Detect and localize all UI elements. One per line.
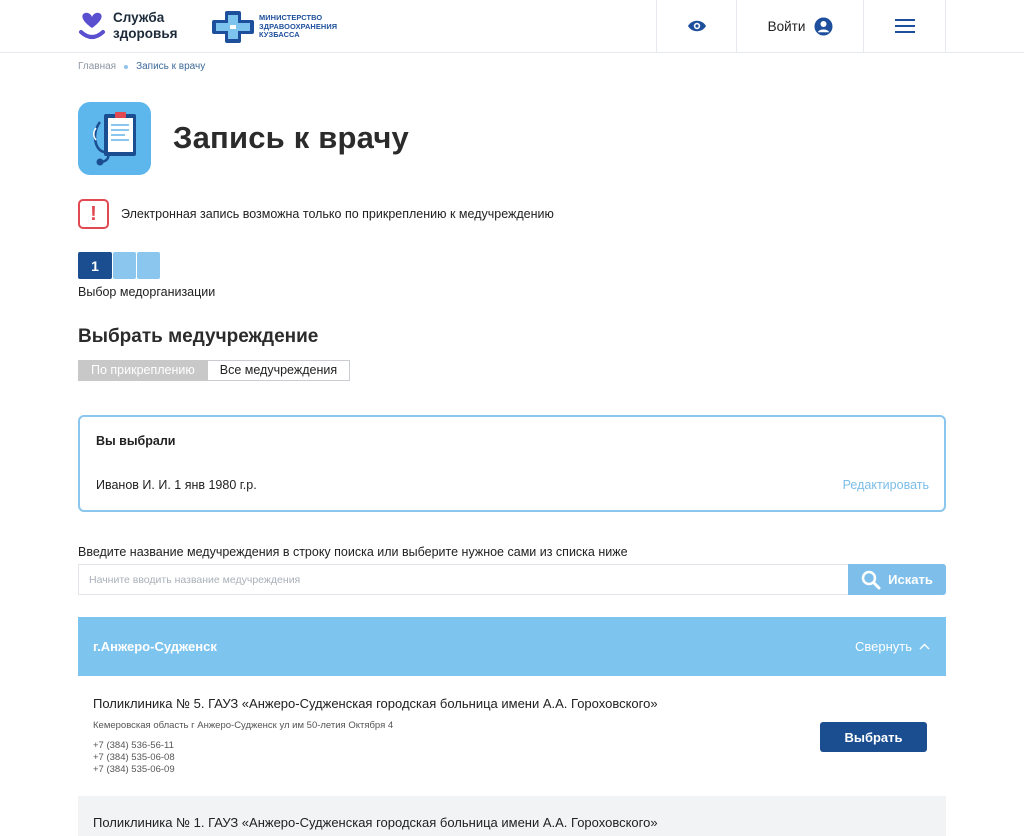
heart-logo-icon [79,12,105,39]
tab-all-clinics[interactable]: Все медучреждения [207,360,351,381]
collapse-toggle[interactable]: Свернуть [855,639,930,654]
step-label: Выбор медорганизации [78,285,216,299]
service-logo-text: Служба здоровья [113,10,178,42]
logo-text-line1: Служба [113,10,165,25]
chevron-up-icon [919,643,930,650]
breadcrumb: Главная Запись к врачу [78,61,205,72]
section-title: Выбрать медучреждение [78,326,319,347]
login-button[interactable]: Войти [736,0,864,52]
clinic-name: Поликлиника № 5. ГАУЗ «Анжеро-Судженская… [93,696,658,711]
choose-clinic-button[interactable]: Выбрать [820,722,927,752]
clinic-list-item: Поликлиника № 1. ГАУЗ «Анжеро-Судженская… [78,796,946,836]
ministry-logo[interactable]: МИНИСТЕРСТВО ЗДРАВООХРАНЕНИЯ КУЗБАССА [212,11,337,43]
tab-by-attachment[interactable]: По прикреплению [78,360,208,381]
selected-patient: Иванов И. И. 1 янв 1980 г.р. [96,478,257,492]
selected-heading: Вы выбрали [96,434,176,448]
eye-icon [687,20,706,32]
breadcrumb-current: Запись к врачу [136,61,206,72]
search-hint: Введите название медучреждения в строку … [78,545,628,559]
clinic-phone: +7 (384) 535-06-09 [93,764,175,775]
site-header: Служба здоровья МИНИСТЕРСТВО ЗДРАВООХРАН… [0,0,1024,53]
search-icon [861,570,881,589]
page-title: Запись к врачу [173,120,409,155]
clinic-phone: +7 (384) 536-56-11 [93,740,174,751]
clinic-address: Кемеровская область г Анжеро-Судженск ул… [93,720,394,731]
step-2 [113,252,136,279]
edit-link[interactable]: Редактировать [843,478,929,492]
step-indicator: 1 [78,252,161,279]
clinic-filter-tabs: По прикреплению Все медучреждения [78,360,351,381]
medical-cross-logo-icon [212,11,254,43]
accessibility-button[interactable] [656,0,736,52]
ministry-logo-text: МИНИСТЕРСТВО ЗДРАВООХРАНЕНИЯ КУЗБАССА [259,13,337,40]
user-icon [814,17,833,35]
warning-icon: ! [78,199,109,229]
hamburger-icon [894,15,915,37]
selected-patient-box: Вы выбрали Иванов И. И. 1 янв 1980 г.р. … [78,415,946,512]
ministry-line3: КУЗБАССА [259,30,300,40]
clinic-phones: +7 (384) 536-56-11 +7 (384) 535-06-08 +7… [93,740,175,776]
step-1: 1 [78,252,112,279]
clinic-phone: +7 (384) 535-06-08 [93,752,175,763]
menu-button[interactable] [863,0,946,52]
city-group-header[interactable]: г.Анжеро-Судженск Свернуть [78,617,946,676]
login-label: Войти [767,18,806,34]
search-button-label: Искать [888,572,933,587]
warning-message: Электронная запись возможна только по пр… [121,207,554,221]
step-3 [137,252,160,279]
breadcrumb-home-link[interactable]: Главная [78,61,116,72]
doctor-appointment-icon [78,102,151,175]
search-input[interactable] [78,564,848,595]
service-logo[interactable]: Служба здоровья [78,10,178,42]
clinic-name: Поликлиника № 1. ГАУЗ «Анжеро-Судженская… [93,815,658,830]
city-name: г.Анжеро-Судженск [93,639,217,654]
logo-text-line2: здоровья [113,26,178,41]
breadcrumb-separator [124,64,129,69]
collapse-label: Свернуть [854,639,912,654]
search-button[interactable]: Искать [848,564,946,595]
clinic-list-item: Поликлиника № 5. ГАУЗ «Анжеро-Судженская… [78,676,946,796]
